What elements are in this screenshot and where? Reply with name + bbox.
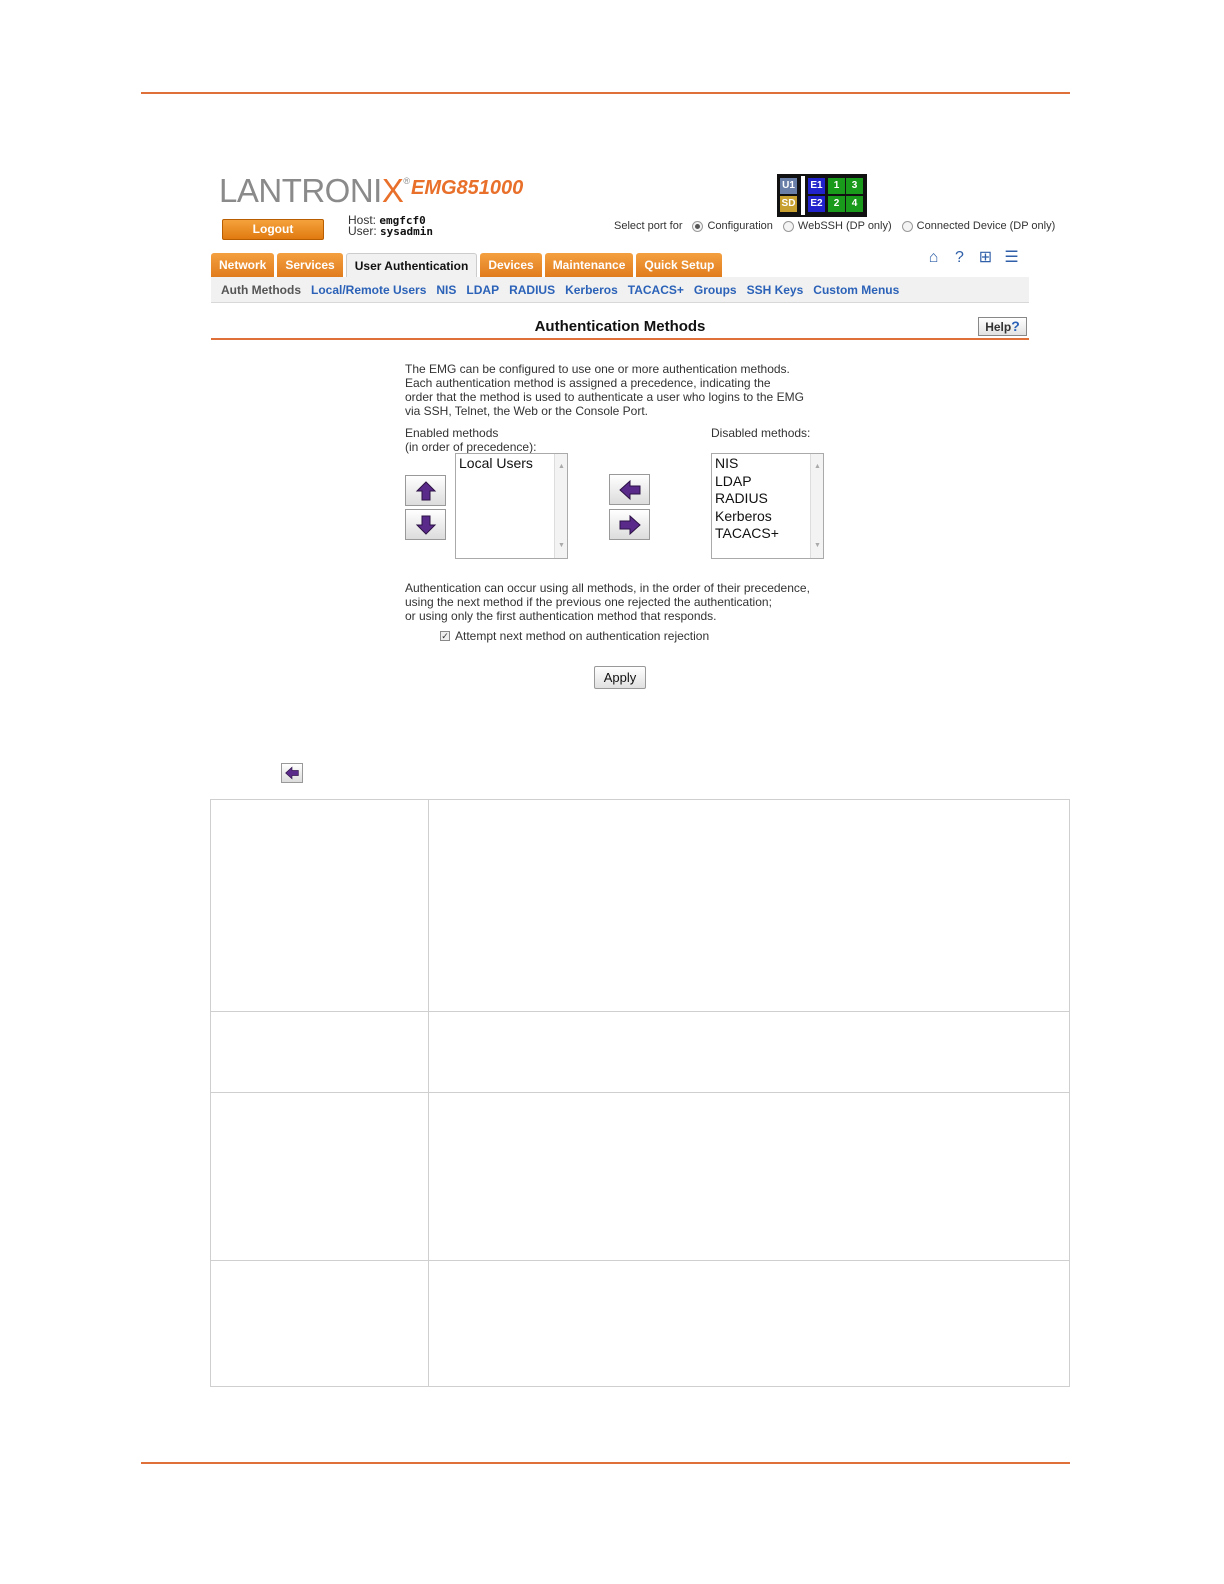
host-user-info: Host: emgfcf0 User: sysadmin bbox=[348, 213, 433, 238]
list-item[interactable]: NIS bbox=[715, 455, 820, 473]
port-cell-1[interactable]: 1 bbox=[828, 178, 845, 194]
list-item[interactable]: Local Users bbox=[459, 455, 564, 473]
disabled-methods-list[interactable]: NIS LDAP RADIUS Kerberos TACACS+ ▲ ▼ bbox=[711, 453, 824, 559]
lantronix-logo: LANTRONIX® bbox=[219, 172, 410, 209]
precedence-info-text: Authentication can occur using all metho… bbox=[405, 581, 810, 623]
attempt-next-row: ✓ Attempt next method on authentication … bbox=[440, 629, 710, 643]
table-row bbox=[210, 1011, 1070, 1093]
enabled-methods-label: Enabled methods (in order of precedence)… bbox=[405, 426, 537, 454]
scrollbar[interactable]: ▲ ▼ bbox=[810, 454, 823, 558]
list-item[interactable]: RADIUS bbox=[715, 490, 820, 508]
table-cell bbox=[428, 1260, 1070, 1387]
move-down-button[interactable] bbox=[405, 509, 446, 540]
table-cell bbox=[210, 1092, 429, 1261]
field-description-table bbox=[210, 799, 1070, 1387]
subnav-ssh-keys[interactable]: SSH Keys bbox=[747, 283, 804, 297]
port-cell-sd[interactable]: SD bbox=[780, 196, 797, 212]
table-cell bbox=[210, 1260, 429, 1387]
attempt-next-checkbox[interactable]: ✓ bbox=[440, 631, 450, 641]
subnav-local-remote-users[interactable]: Local/Remote Users bbox=[311, 283, 426, 297]
page-title: Authentication Methods bbox=[534, 318, 706, 335]
tab-services[interactable]: Services bbox=[277, 253, 343, 277]
move-up-button[interactable] bbox=[405, 475, 446, 506]
sub-navigation: Auth Methods Local/Remote Users NIS LDAP… bbox=[211, 277, 1029, 303]
subnav-nis[interactable]: NIS bbox=[436, 283, 456, 297]
port-cell-2[interactable]: 2 bbox=[828, 196, 845, 212]
list-item[interactable]: Kerberos bbox=[715, 508, 820, 526]
intro-text: The EMG can be configured to use one or … bbox=[405, 362, 804, 418]
subnav-groups[interactable]: Groups bbox=[694, 283, 737, 297]
radio-configuration[interactable] bbox=[692, 220, 704, 232]
footer-rule bbox=[141, 1462, 1070, 1464]
help-button[interactable]: Help? bbox=[978, 317, 1027, 336]
table-cell bbox=[428, 1011, 1070, 1093]
port-status-grid: U1 SD E1 E2 1 3 2 4 bbox=[777, 174, 867, 217]
table-cell bbox=[210, 799, 429, 1012]
port-cell-e1[interactable]: E1 bbox=[808, 178, 825, 194]
tab-devices[interactable]: Devices bbox=[480, 253, 542, 277]
disable-method-button[interactable] bbox=[609, 509, 650, 540]
header-rule bbox=[141, 92, 1070, 94]
main-tabs: Network Services User Authentication Dev… bbox=[211, 253, 723, 279]
table-cell bbox=[428, 1092, 1070, 1261]
network-icon[interactable]: ⊞ bbox=[977, 249, 994, 266]
select-port-for: Select port for Configuration WebSSH (DP… bbox=[614, 220, 1056, 232]
table-row bbox=[210, 799, 1070, 1012]
arrow-down-icon bbox=[415, 515, 436, 535]
subnav-ldap[interactable]: LDAP bbox=[466, 283, 499, 297]
help-icon[interactable]: ? bbox=[951, 249, 968, 266]
table-cell bbox=[428, 799, 1070, 1012]
radio-webssh[interactable] bbox=[782, 220, 794, 232]
subnav-radius[interactable]: RADIUS bbox=[509, 283, 555, 297]
title-rule bbox=[211, 338, 1029, 340]
tab-user-authentication[interactable]: User Authentication bbox=[345, 253, 478, 279]
model-name: EMG851000 bbox=[411, 177, 524, 199]
port-cell-3[interactable]: 3 bbox=[846, 178, 863, 194]
table-cell bbox=[210, 1011, 429, 1093]
logout-button[interactable]: Logout bbox=[222, 219, 324, 240]
subnav-kerberos[interactable]: Kerberos bbox=[565, 283, 618, 297]
small-left-arrow-button bbox=[281, 763, 303, 783]
enable-method-button[interactable] bbox=[609, 474, 650, 505]
port-cell-4[interactable]: 4 bbox=[846, 196, 863, 212]
home-icon[interactable]: ⌂ bbox=[925, 249, 942, 266]
enabled-methods-list[interactable]: Local Users ▲ ▼ bbox=[455, 453, 568, 559]
tab-network[interactable]: Network bbox=[211, 253, 275, 277]
port-cell-e2[interactable]: E2 bbox=[808, 196, 825, 212]
table-row bbox=[210, 1260, 1070, 1387]
arrow-left-icon bbox=[618, 479, 640, 500]
radio-connected-device[interactable] bbox=[901, 220, 913, 232]
subnav-custom-menus[interactable]: Custom Menus bbox=[813, 283, 899, 297]
tab-quick-setup[interactable]: Quick Setup bbox=[636, 253, 723, 277]
list-item[interactable]: TACACS+ bbox=[715, 525, 820, 543]
arrow-left-icon bbox=[285, 766, 299, 780]
top-icon-bar: ⌂ ? ⊞ ☰ bbox=[925, 249, 1020, 266]
port-cell-u1[interactable]: U1 bbox=[780, 178, 797, 194]
tab-maintenance[interactable]: Maintenance bbox=[544, 253, 634, 277]
subnav-auth-methods[interactable]: Auth Methods bbox=[221, 283, 301, 297]
apply-button[interactable]: Apply bbox=[594, 666, 646, 689]
list-item[interactable]: LDAP bbox=[715, 473, 820, 491]
subnav-tacacs[interactable]: TACACS+ bbox=[628, 283, 684, 297]
log-icon[interactable]: ☰ bbox=[1003, 249, 1020, 266]
arrow-up-icon bbox=[415, 480, 436, 500]
arrow-right-icon bbox=[619, 514, 641, 535]
table-row bbox=[210, 1092, 1070, 1261]
port-divider bbox=[801, 176, 805, 215]
scrollbar[interactable]: ▲ ▼ bbox=[554, 454, 567, 558]
disabled-methods-label: Disabled methods: bbox=[711, 426, 811, 440]
